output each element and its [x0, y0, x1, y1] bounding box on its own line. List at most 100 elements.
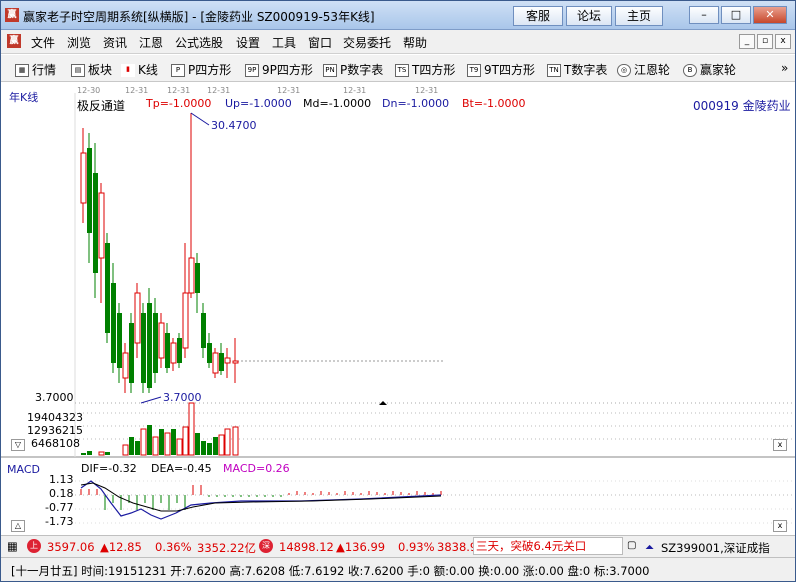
toolbar-kline[interactable]: ▮ K线	[121, 61, 158, 78]
min-price-label: 3.7000	[163, 391, 202, 404]
9p-square-icon: 9P	[245, 64, 259, 77]
collapse-up-icon[interactable]: ▽	[11, 439, 25, 451]
candle-body	[87, 148, 92, 233]
param-dn: Dn=-1.0000	[382, 97, 450, 110]
chart-area[interactable]: 12-30 12-31 12-31 12-31 12-31 12-31 12-31 年K线 …	[1, 83, 795, 535]
toolbar-p-square[interactable]: P P四方形	[171, 61, 231, 78]
candle-body	[134, 292, 141, 344]
menu-tools[interactable]: 工具	[272, 34, 296, 51]
price-axis-label: 3.7000	[35, 391, 74, 404]
forum-button[interactable]: 论坛	[566, 6, 612, 26]
toolbar-quotes[interactable]: ▦ 行情	[15, 61, 56, 78]
toolbar-winner-wheel[interactable]: B 赢家轮	[683, 61, 736, 78]
wheel-icon: ◎	[617, 64, 631, 77]
sz-index-icon: 深	[259, 539, 273, 553]
volume-bar	[122, 444, 129, 456]
toolbar-t-table[interactable]: TN T数字表	[547, 61, 607, 78]
sz-index-pct: 0.93%	[398, 540, 435, 554]
max-leader-line	[190, 112, 210, 126]
toolbar-p-table[interactable]: PN P数字表	[323, 61, 383, 78]
menu-trade[interactable]: 交易委托	[343, 34, 391, 51]
max-price-label: 30.4700	[211, 119, 257, 132]
menu-formula[interactable]: 公式选股	[175, 34, 223, 51]
menu-settings[interactable]: 设置	[236, 34, 260, 51]
volume-bar	[135, 441, 140, 455]
toolbar-t-table-label: T数字表	[564, 63, 608, 77]
sz-index-value: 14898.12	[279, 540, 334, 554]
bar-info-status: [十一月廿五] 时间:19151231 开:7.6200 高:7.6208 低:…	[1, 557, 795, 581]
volume-bar	[105, 452, 110, 455]
close-button[interactable]: ✕	[753, 6, 787, 24]
date-tick-label: 12-31	[277, 86, 300, 95]
volume-bar	[224, 428, 231, 456]
grid-toggle-icon[interactable]: ▦	[7, 539, 18, 553]
app-icon: 赢	[5, 8, 19, 22]
mdi-minimize-button[interactable]: _	[739, 34, 755, 49]
window-title: 赢家老子时空周期系统[纵横版] - [金陵药业 SZ000919-53年K线]	[23, 10, 375, 24]
candle-body	[117, 313, 122, 368]
toolbar-sectors[interactable]: ▤ 板块	[71, 61, 112, 78]
macd-tick-1: 1.13	[49, 473, 74, 486]
pane-close-icon-2[interactable]: x	[773, 520, 787, 532]
toolbar-9t-square-label: 9T四方形	[484, 63, 535, 77]
toolbar-9t-square[interactable]: T9 9T四方形	[467, 61, 535, 78]
volume-bar	[207, 443, 212, 455]
ticker-dropdown-icon[interactable]: ▢	[627, 540, 636, 551]
toolbar-t-square[interactable]: TS T四方形	[395, 61, 455, 78]
news-ticker[interactable]: 三天，突破6.4元关口	[473, 537, 623, 555]
candle-body	[122, 352, 129, 379]
toolbar-gann-wheel[interactable]: ◎ 江恩轮	[617, 61, 670, 78]
volume-bar	[176, 438, 183, 456]
t-square-icon: TS	[395, 64, 409, 77]
volume-bar	[213, 437, 218, 455]
date-tick-label: 12-30	[77, 86, 100, 95]
p-square-icon: P	[171, 64, 185, 77]
candle-body	[80, 152, 87, 204]
mdi-close-button[interactable]: x	[775, 34, 791, 49]
menu-help[interactable]: 帮助	[403, 34, 427, 51]
toolbar-kline-label: K线	[138, 63, 158, 77]
candle-body	[170, 342, 177, 364]
customer-service-button[interactable]: 客服	[513, 6, 563, 26]
menu-bar: 赢 文件 浏览 资讯 江恩 公式选股 设置 工具 窗口 交易委托 帮助 _ ▫ …	[1, 30, 795, 54]
macd-tick-3: -0.77	[45, 501, 74, 514]
menu-browse[interactable]: 浏览	[67, 34, 91, 51]
menu-file[interactable]: 文件	[31, 34, 55, 51]
candle-body	[111, 283, 116, 363]
pane-close-icon[interactable]: x	[773, 439, 787, 451]
menu-window[interactable]: 窗口	[308, 34, 332, 51]
p-table-icon: PN	[323, 64, 337, 77]
toolbar-p-table-label: P数字表	[340, 63, 384, 77]
toolbar-p-square-label: P四方形	[188, 63, 232, 77]
candle-body	[147, 303, 152, 388]
expand-down-icon[interactable]: △	[11, 520, 25, 532]
toolbar-9p-square-label: 9P四方形	[262, 63, 313, 77]
toolbar-9p-square[interactable]: 9P 9P四方形	[245, 61, 313, 78]
volume-bar	[159, 429, 164, 455]
macd-value: MACD=0.26	[223, 462, 290, 475]
candle-body	[188, 257, 195, 294]
menu-gann[interactable]: 江恩	[139, 34, 163, 51]
maximize-button[interactable]: □	[721, 6, 751, 24]
main-window: 赢 赢家老子时空周期系统[纵横版] - [金陵药业 SZ000919-53年K线…	[0, 0, 796, 582]
toolbar-more-icon[interactable]: »	[781, 61, 788, 75]
title-bar: 赢 赢家老子时空周期系统[纵横版] - [金陵药业 SZ000919-53年K线…	[1, 1, 795, 30]
candle-body	[195, 263, 200, 293]
volume-bar	[218, 434, 225, 456]
toolbar-sectors-label: 板块	[88, 63, 113, 77]
volume-bar	[188, 402, 195, 456]
volume-bar	[195, 433, 200, 455]
big-icon: B	[683, 64, 697, 77]
home-button[interactable]: 主页	[615, 6, 663, 26]
mdi-restore-button[interactable]: ▫	[757, 34, 773, 49]
candle-body	[93, 173, 98, 273]
candle-body	[129, 323, 134, 383]
min-leader-line	[140, 396, 162, 404]
candle-body	[207, 343, 212, 363]
t-table-icon: TN	[547, 64, 561, 77]
candle-body	[165, 333, 170, 368]
macd-dif: DIF=-0.32	[81, 462, 137, 475]
volume-bar	[152, 436, 159, 456]
minimize-button[interactable]: –	[689, 6, 719, 24]
menu-info[interactable]: 资讯	[103, 34, 127, 51]
